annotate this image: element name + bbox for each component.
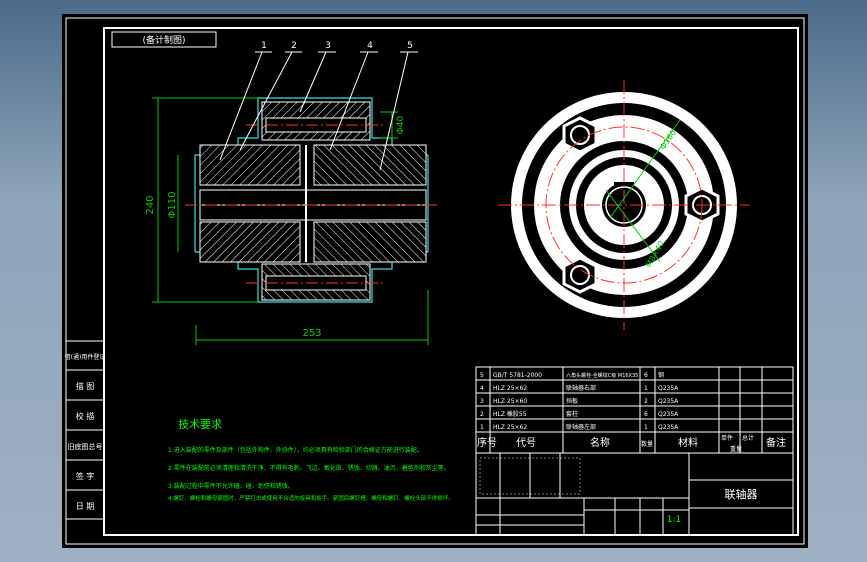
tech-line: 3.装配过程中零件不允许磕、碰、划伤和锈蚀。 [168, 482, 294, 490]
svg-text:HLZ 橡胶55: HLZ 橡胶55 [493, 410, 527, 418]
svg-text:2: 2 [480, 411, 484, 418]
left-hub-bottom [199, 221, 301, 263]
bom-row: 5 GB/T 5781-2000 六角头螺栓-全螺纹C级 M16X35 6 钢 [480, 371, 664, 379]
svg-text:材料: 材料 [678, 436, 698, 449]
dim-overall: 240 [145, 195, 156, 214]
svg-text:备注: 备注 [766, 436, 786, 449]
balloon-2: 2 [291, 41, 297, 51]
right-hub-bottom [313, 221, 427, 263]
dim-hub: Φ40 [396, 115, 406, 134]
dim-bore: Φ110 [167, 192, 178, 219]
tech-line: 2.零件在装配前必须清理和清洗干净，不得有毛刺、飞边、氧化皮、锈蚀、切屑、油污、… [168, 464, 450, 472]
right-hub-top [313, 144, 427, 186]
balloon-1: 1 [261, 41, 267, 51]
stamp-label: 校 描 [76, 411, 95, 421]
balloon-3: 3 [325, 41, 331, 51]
title-tab: (备计制图) [142, 34, 185, 46]
balloon-5: 5 [407, 41, 413, 51]
svg-text:HLZ 25×60: HLZ 25×60 [493, 398, 527, 405]
svg-text:1: 1 [644, 385, 648, 392]
stamp-label: 日 期 [76, 502, 95, 511]
tech-heading: 技术要求 [178, 418, 222, 431]
svg-text:4: 4 [480, 385, 484, 392]
svg-text:六角头螺栓-全螺纹C级 M16X35: 六角头螺栓-全螺纹C级 M16X35 [566, 372, 638, 379]
svg-text:总计: 总计 [742, 434, 754, 442]
svg-text:1: 1 [480, 424, 484, 431]
svg-text:HLZ 25×62: HLZ 25×62 [493, 385, 527, 392]
left-hub-top [199, 144, 301, 186]
svg-text:钢: 钢 [658, 371, 664, 379]
stamp-label: 签 字 [76, 471, 95, 481]
svg-text:6: 6 [644, 372, 648, 379]
drawing-scale: 1:1 [667, 515, 681, 525]
svg-text:6: 6 [644, 411, 648, 418]
tech-line: 4.螺钉、螺栓和螺母紧固时，严禁打击或使用不合适的旋具和扳手。紧固后螺钉槽、螺母… [168, 494, 454, 502]
svg-text:套柱: 套柱 [566, 410, 578, 418]
svg-text:GB/T 5781-2000: GB/T 5781-2000 [493, 372, 542, 379]
svg-text:HLZ 25×62: HLZ 25×62 [493, 424, 527, 431]
svg-text:名称: 名称 [590, 436, 610, 449]
drawing-name: 联轴器 [725, 487, 758, 501]
tech-line: 1.进入装配的零件及部件（包括外购件、外协件），均必须具有检验部门的合格证方能进… [168, 446, 423, 454]
svg-text:序号: 序号 [477, 436, 497, 449]
bolt-head-2 [562, 256, 598, 294]
svg-text:联轴器左部: 联轴器左部 [566, 423, 596, 431]
svg-text:代号: 代号 [516, 437, 536, 449]
svg-text:Q235A: Q235A [658, 385, 679, 392]
svg-text:2: 2 [644, 398, 648, 405]
svg-text:5: 5 [480, 372, 484, 379]
svg-text:Q235A: Q235A [658, 398, 679, 405]
svg-text:3: 3 [480, 398, 484, 405]
svg-text:1: 1 [644, 424, 648, 431]
stamp-label: 描 图 [76, 381, 95, 391]
svg-text:Q235A: Q235A [658, 424, 679, 431]
svg-text:挡板: 挡板 [566, 397, 578, 405]
svg-text:单件: 单件 [721, 434, 733, 442]
dim-length: 253 [302, 328, 321, 339]
cad-viewport[interactable]: (备计制图) 借(通)用件登记 描 图 校 描 旧底图总号 签 字 日 期 24… [0, 0, 867, 562]
svg-text:数量: 数量 [641, 440, 653, 448]
stamp-label: 借(通)用件登记 [65, 353, 106, 361]
svg-text:重量: 重量 [730, 445, 742, 453]
svg-text:Q235A: Q235A [658, 411, 679, 418]
svg-text:联轴器右部: 联轴器右部 [566, 384, 596, 392]
stamp-label: 旧底图总号 [68, 442, 103, 451]
balloon-4: 4 [367, 41, 373, 51]
drawing-sheet: (备计制图) 借(通)用件登记 描 图 校 描 旧底图总号 签 字 日 期 24… [62, 14, 808, 548]
bolt-head-1 [562, 116, 598, 154]
